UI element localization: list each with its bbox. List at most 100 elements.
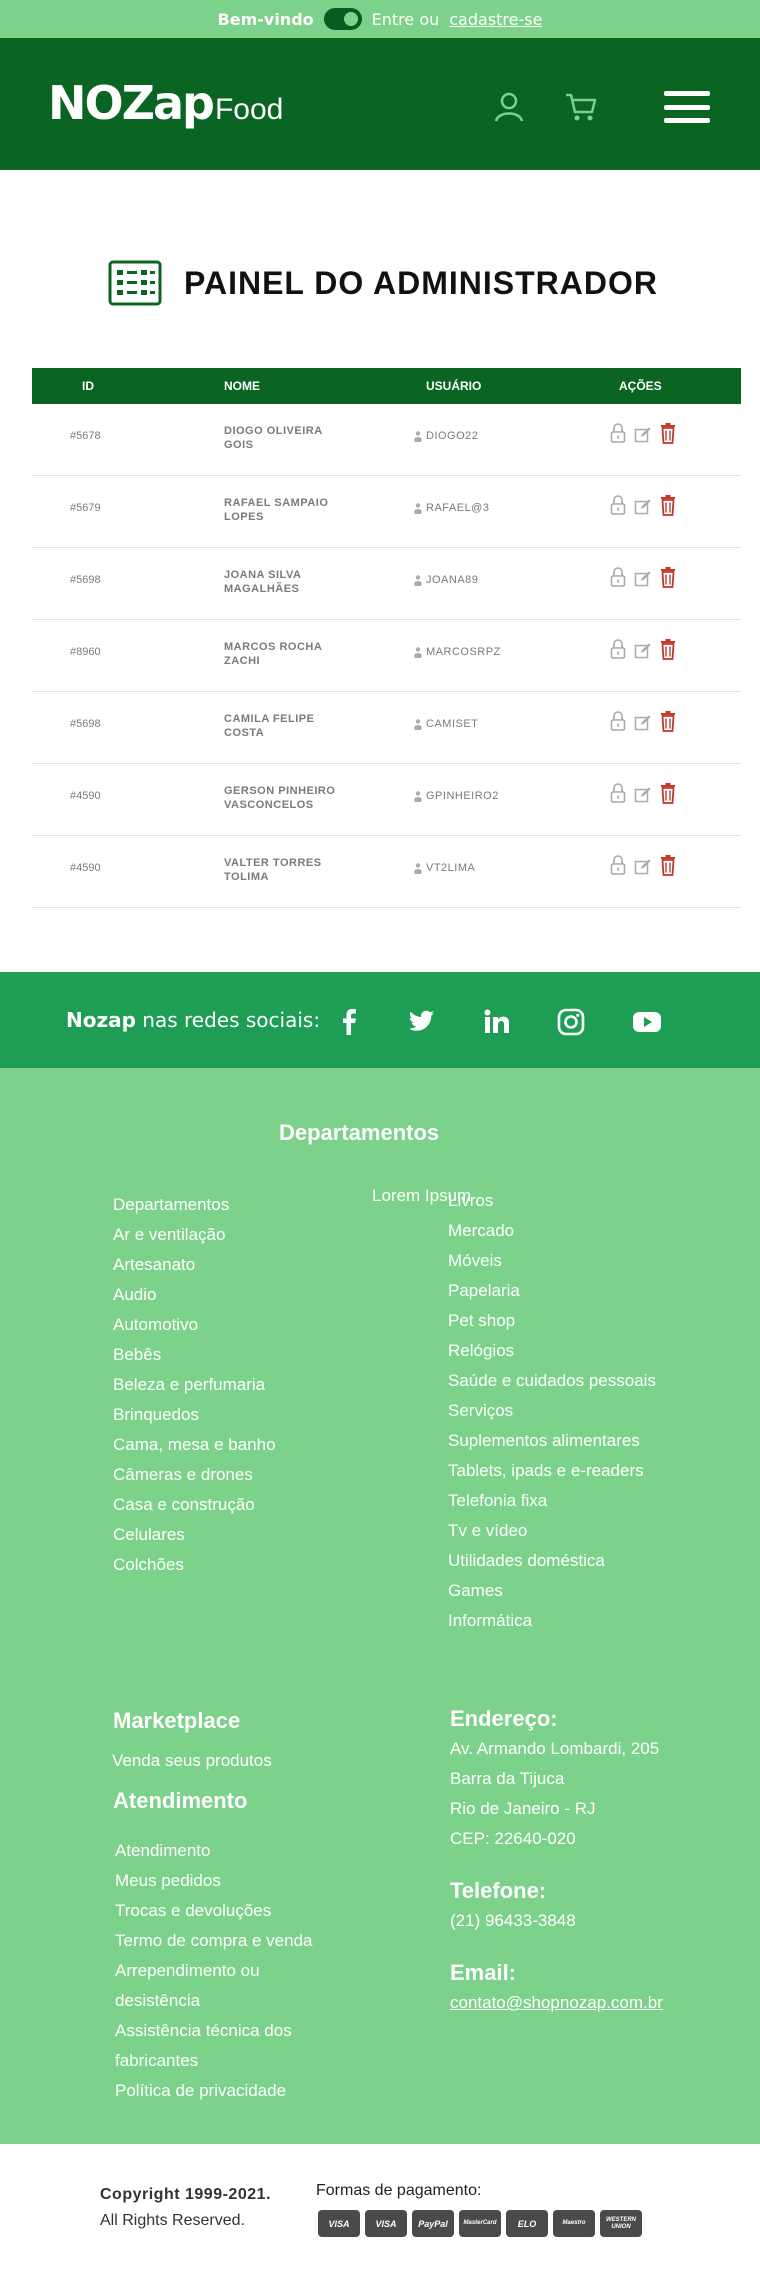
table-row: #8960 MARCOS ROCHA ZACHI MARCOSRPZ — [32, 620, 741, 692]
department-link[interactable]: Suplementos alimentares — [448, 1426, 656, 1456]
service-link[interactable]: Política de privacidade — [115, 2076, 313, 2106]
lock-icon[interactable] — [610, 854, 626, 879]
instagram-icon[interactable] — [556, 1008, 586, 1036]
logo-sub: Food — [214, 93, 284, 126]
table-header: ID NOME USUÁRIO AÇÕES — [32, 368, 741, 404]
departments-col-1: Departamentos Ar e ventilação Artesanato Au… — [113, 1190, 276, 1580]
delete-icon[interactable] — [660, 494, 676, 519]
delete-icon[interactable] — [660, 638, 676, 663]
email-title: Email: — [450, 1960, 517, 1985]
department-link[interactable]: Móveis — [448, 1246, 656, 1276]
cart-icon[interactable] — [564, 90, 598, 124]
row-user: VT2LIMA — [414, 862, 475, 874]
lock-icon[interactable] — [610, 710, 626, 735]
service-links: Atendimento Meus pedidos Trocas e devoluçõ… — [115, 1836, 313, 2106]
sell-products-link[interactable]: Venda seus produtos — [112, 1746, 272, 1776]
signup-link[interactable]: cadastre-se — [449, 10, 542, 29]
department-link[interactable]: Serviços — [448, 1396, 656, 1426]
delete-icon[interactable] — [660, 782, 676, 807]
row-user: RAFAEL@3 — [414, 502, 489, 514]
row-actions — [610, 782, 676, 807]
marketplace-title: Marketplace — [113, 1708, 241, 1733]
edit-icon[interactable] — [634, 426, 652, 447]
service-link[interactable]: Atendimento — [115, 1836, 313, 1866]
delete-icon[interactable] — [660, 422, 676, 447]
department-link[interactable]: Games — [448, 1576, 656, 1606]
department-link[interactable]: Pet shop — [448, 1306, 656, 1336]
row-username: VT2LIMA — [426, 862, 476, 874]
email-link[interactable]: contato@shopnozap.com.br — [450, 1988, 663, 2018]
department-link[interactable]: Tablets, ipads e e-readers — [448, 1456, 656, 1486]
department-link[interactable]: Beleza e perfumaria — [113, 1370, 276, 1400]
bottom-bar: Copyright 1999-2021. All Rights Reserved… — [0, 2144, 760, 2277]
lock-icon[interactable] — [610, 638, 626, 663]
service-link[interactable]: Assistência técnica dos — [115, 2016, 313, 2046]
department-link[interactable]: Bebês — [113, 1340, 276, 1370]
row-actions — [610, 494, 676, 519]
service-link[interactable]: Meus pedidos — [115, 1866, 313, 1896]
department-link[interactable]: Câmeras e drones — [113, 1460, 276, 1490]
department-link[interactable]: Automotivo — [113, 1310, 276, 1340]
youtube-icon[interactable] — [632, 1008, 662, 1036]
department-link[interactable]: Tv e vídeo — [448, 1516, 656, 1546]
twitter-icon[interactable] — [406, 1008, 436, 1036]
contact-info: Endereço: Av. Armando Lombardi, 205 Barra… — [450, 1706, 663, 2018]
table-row: #5678 DIOGO OLIVEIRA GOIS DIOGO22 — [32, 404, 741, 476]
lock-icon[interactable] — [610, 494, 626, 519]
service-link[interactable]: fabricantes — [115, 2046, 313, 2076]
row-name: JOANA SILVA MAGALHÃES — [224, 569, 302, 595]
lock-icon[interactable] — [610, 422, 626, 447]
edit-icon[interactable] — [634, 642, 652, 663]
logo[interactable]: NOZap Food — [48, 76, 283, 130]
department-link[interactable]: Papelaria — [448, 1276, 656, 1306]
delete-icon[interactable] — [660, 566, 676, 591]
department-link[interactable]: Livros — [448, 1186, 656, 1216]
payment-card-icon: VISA — [318, 2210, 360, 2237]
department-link[interactable]: Cama, mesa e banho — [113, 1430, 276, 1460]
department-link[interactable]: Mercado — [448, 1216, 656, 1246]
address-line: Av. Armando Lombardi, 205 — [450, 1739, 660, 1758]
row-name: DIOGO OLIVEIRA GOIS — [224, 425, 323, 451]
department-link[interactable]: Departamentos — [113, 1190, 276, 1220]
department-link[interactable]: Relógios — [448, 1336, 656, 1366]
service-link[interactable]: Termo de compra e venda — [115, 1926, 313, 1956]
admin-table: ID NOME USUÁRIO AÇÕES #5678 DIOGO OLIVEIR… — [32, 368, 741, 908]
service-link[interactable]: desistência — [115, 1986, 313, 2016]
department-link[interactable]: Artesanato — [113, 1250, 276, 1280]
edit-icon[interactable] — [634, 570, 652, 591]
row-id: #5698 — [70, 718, 101, 730]
delete-icon[interactable] — [660, 710, 676, 735]
table-row: #4590 GERSON PINHEIRO VASCONCELOS GPINHEIR… — [32, 764, 741, 836]
row-id: #5679 — [70, 502, 101, 514]
department-link[interactable]: Saúde e cuidados pessoais — [448, 1366, 656, 1396]
service-link[interactable]: Trocas e devoluções — [115, 1896, 313, 1926]
department-link[interactable]: Brinquedos — [113, 1400, 276, 1430]
facebook-icon[interactable] — [334, 1008, 364, 1036]
department-link[interactable]: Ar e ventilação — [113, 1220, 276, 1250]
department-link[interactable]: Telefonia fixa — [448, 1486, 656, 1516]
row-actions — [610, 422, 676, 447]
lock-icon[interactable] — [610, 782, 626, 807]
edit-icon[interactable] — [634, 714, 652, 735]
menu-icon[interactable] — [664, 91, 710, 123]
enter-link[interactable]: Entre ou — [372, 10, 440, 29]
user-icon[interactable] — [492, 90, 526, 124]
edit-icon[interactable] — [634, 858, 652, 879]
theme-toggle[interactable] — [323, 8, 362, 30]
service-link[interactable]: Arrependimento ou — [115, 1956, 313, 1986]
delete-icon[interactable] — [660, 854, 676, 879]
lock-icon[interactable] — [610, 566, 626, 591]
department-link[interactable]: Utilidades doméstica — [448, 1546, 656, 1576]
edit-icon[interactable] — [634, 498, 652, 519]
department-link[interactable]: Informática — [448, 1606, 656, 1636]
linkedin-icon[interactable] — [482, 1008, 512, 1036]
department-link[interactable]: Casa e construção — [113, 1490, 276, 1520]
person-icon — [414, 574, 422, 586]
department-link[interactable]: Celulares — [113, 1520, 276, 1550]
edit-icon[interactable] — [634, 786, 652, 807]
address-line: Rio de Janeiro - RJ — [450, 1799, 596, 1818]
row-id: #4590 — [70, 790, 101, 802]
department-link[interactable]: Audio — [113, 1280, 276, 1310]
department-link[interactable]: Colchões — [113, 1550, 276, 1580]
social-label: Nozap nas redes sociais: — [66, 1008, 320, 1032]
